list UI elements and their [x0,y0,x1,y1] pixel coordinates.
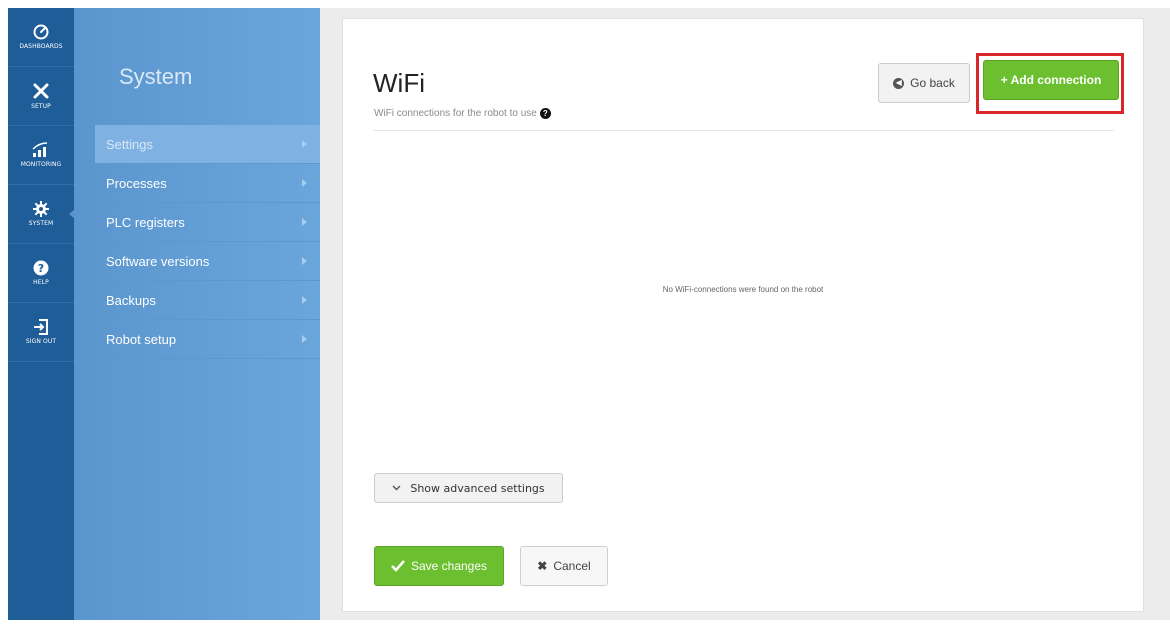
caret-right-icon [302,296,307,304]
rail-label-dashboards: DASHBOARDS [19,43,63,50]
submenu-list: Settings Processes PLC registers Softwar… [95,125,320,359]
save-changes-label: Save changes [410,559,488,573]
chevron-down-icon [392,485,401,491]
gear-icon [33,201,49,217]
rail-label-setup: SETUP [31,103,51,110]
save-changes-button[interactable]: Save changes [374,546,504,586]
rail-label-monitoring: MONITORING [20,161,62,168]
submenu-item-backups[interactable]: Backups [95,281,320,320]
submenu-item-label: Backups [106,292,156,308]
submenu-item-software-versions[interactable]: Software versions [95,242,320,281]
caret-right-icon [302,218,307,226]
system-submenu: System Settings Processes PLC registers … [74,8,320,620]
submenu-item-label: Settings [106,136,153,152]
tools-icon [33,83,49,99]
submenu-title: System [119,64,193,89]
add-connection-label: + Add connection [1000,73,1102,87]
rail-item-sign-out[interactable]: SIGN OUT [8,303,74,362]
rail-item-help[interactable]: ? HELP [8,244,74,303]
go-back-label: Go back [910,76,955,90]
checkmark-icon [391,560,405,572]
caret-right-icon [302,257,307,265]
page-subtitle: WiFi connections for the robot to use ? [374,108,551,119]
submenu-item-label: PLC registers [106,214,185,230]
close-icon: ✖ [537,559,548,573]
main-panel: WiFi WiFi connections for the robot to u… [342,18,1144,612]
submenu-item-processes[interactable]: Processes [95,164,320,203]
rail-item-monitoring[interactable]: MONITORING [8,126,74,185]
show-advanced-settings-button[interactable]: Show advanced settings [374,473,563,503]
rail-item-dashboards[interactable]: DASHBOARDS [8,8,74,67]
cancel-button[interactable]: ✖ Cancel [520,546,608,586]
help-icon[interactable]: ? [539,108,551,119]
signal-icon [32,142,48,157]
dashboard-icon [33,24,49,40]
header-divider [373,130,1114,131]
rail-label-help: HELP [33,279,49,286]
page-title: WiFi [373,68,425,98]
sign-out-icon [34,319,48,335]
submenu-item-label: Processes [106,175,167,191]
caret-right-icon [302,335,307,343]
app-frame: DASHBOARDS SETUP MONITORING SYSTEM ? HEL… [8,8,1170,620]
add-connection-button[interactable]: + Add connection [983,60,1119,100]
empty-state-message: No WiFi-connections were found on the ro… [662,285,824,294]
submenu-item-label: Software versions [106,253,210,269]
cancel-label: Cancel [553,559,591,573]
caret-right-icon [302,140,307,148]
rail-label-sign-out: SIGN OUT [25,338,57,345]
rail-item-system[interactable]: SYSTEM [8,185,75,244]
submenu-item-robot-setup[interactable]: Robot setup [95,320,320,359]
submenu-item-settings[interactable]: Settings [95,125,320,164]
show-advanced-settings-label: Show advanced settings [410,481,545,495]
submenu-item-plc-registers[interactable]: PLC registers [95,203,320,242]
rail-item-setup[interactable]: SETUP [8,67,74,126]
submenu-item-label: Robot setup [106,331,177,347]
svg-text:?: ? [38,262,44,275]
rail-label-system: SYSTEM [28,220,54,227]
caret-right-icon [302,179,307,187]
icon-rail: DASHBOARDS SETUP MONITORING SYSTEM ? HEL… [8,8,75,620]
go-back-button[interactable]: ◀ Go back [878,63,970,103]
page-subtitle-text: WiFi connections for the robot to use [374,108,537,119]
question-icon: ? [33,260,49,276]
back-arrow-icon: ◀ [893,77,905,89]
